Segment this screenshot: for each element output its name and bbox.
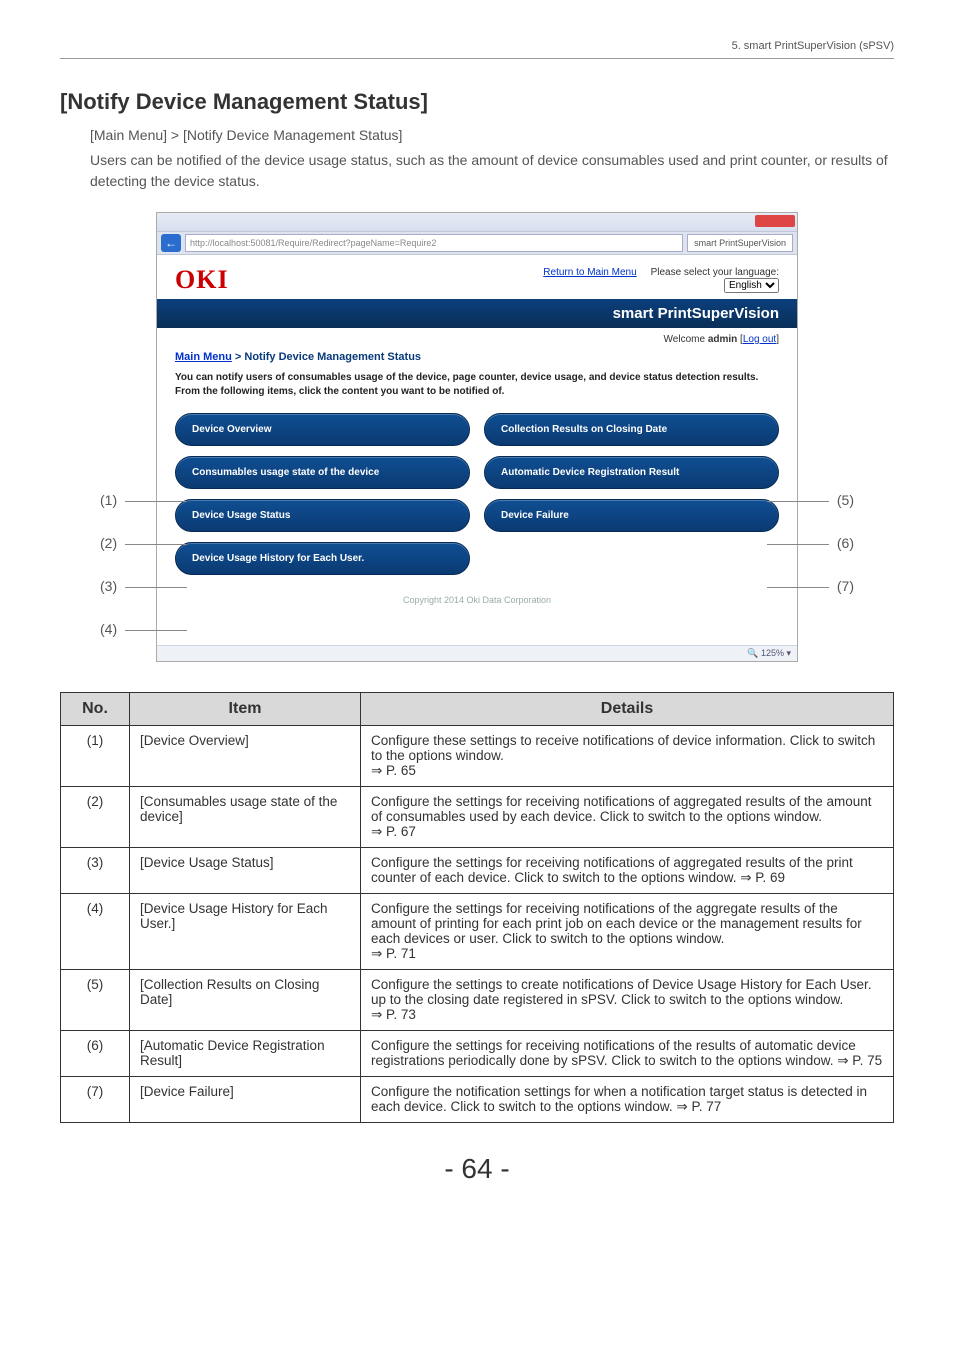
language-block: Return to Main Menu Please select your l… [543, 267, 779, 293]
table-row: (1) [Device Overview] Configure these se… [61, 726, 894, 787]
language-select[interactable]: English [724, 278, 779, 293]
callout-4: (4) [100, 621, 117, 637]
consumables-usage-button[interactable]: Consumables usage state of the device [175, 456, 470, 489]
auto-registration-button[interactable]: Automatic Device Registration Result [484, 456, 779, 489]
notice-text: You can notify users of consumables usag… [175, 371, 779, 399]
oki-logo: OKI [175, 265, 229, 295]
back-icon[interactable]: ← [161, 234, 181, 252]
language-label: Please select your language: [651, 267, 779, 278]
table-row: (2) [Consumables usage state of the devi… [61, 787, 894, 848]
spv-banner: smart PrintSuperVision [157, 299, 797, 328]
address-bar: ← http://localhost:50081/Require/Redirec… [157, 232, 797, 255]
url-field[interactable]: http://localhost:50081/Require/Redirect?… [185, 234, 683, 252]
logout-link[interactable]: Log out [743, 334, 776, 345]
page-title: [Notify Device Management Status] [60, 89, 894, 115]
usage-history-button[interactable]: Device Usage History for Each User. [175, 542, 470, 575]
return-main-menu-link[interactable]: Return to Main Menu [543, 267, 636, 278]
browser-window: ← http://localhost:50081/Require/Redirec… [156, 212, 798, 662]
table-row: (4) [Device Usage History for Each User.… [61, 894, 894, 970]
table-row: (7) [Device Failure] Configure the notif… [61, 1077, 894, 1123]
callout-2: (2) [100, 535, 117, 551]
chapter-header: 5. smart PrintSuperVision (sPSV) [60, 40, 894, 59]
screenshot-figure: (1) (2) (3) (4) (5) (6) (7) ← http://loc… [60, 212, 894, 662]
device-usage-status-button[interactable]: Device Usage Status [175, 499, 470, 532]
callout-5: (5) [837, 492, 854, 508]
callout-1: (1) [100, 492, 117, 508]
intro-paragraph: Users can be notified of the device usag… [90, 150, 894, 192]
col-item: Item [130, 693, 361, 726]
copyright-text: Copyright 2014 Oki Data Corporation [157, 585, 797, 645]
app-breadcrumb: Main Menu > Notify Device Management Sta… [157, 351, 797, 363]
details-table: No. Item Details (1) [Device Overview] C… [60, 692, 894, 1123]
col-details: Details [361, 693, 894, 726]
table-row: (5) [Collection Results on Closing Date]… [61, 970, 894, 1031]
browser-tab[interactable]: smart PrintSuperVision [687, 234, 793, 252]
zoom-indicator: 🔍 125% ▾ [157, 645, 797, 661]
device-overview-button[interactable]: Device Overview [175, 413, 470, 446]
page-number: - 64 - [60, 1153, 894, 1185]
collection-results-button[interactable]: Collection Results on Closing Date [484, 413, 779, 446]
window-close-icon [755, 215, 795, 227]
welcome-line: Welcome admin [Log out] [157, 328, 797, 351]
main-menu-link[interactable]: Main Menu [175, 351, 232, 363]
callout-7: (7) [837, 578, 854, 594]
breadcrumb-text: [Main Menu] > [Notify Device Management … [90, 125, 894, 146]
window-titlebar [157, 213, 797, 232]
col-no: No. [61, 693, 130, 726]
device-failure-button[interactable]: Device Failure [484, 499, 779, 532]
callout-3: (3) [100, 578, 117, 594]
table-row: (6) [Automatic Device Registration Resul… [61, 1031, 894, 1077]
callout-6: (6) [837, 535, 854, 551]
table-row: (3) [Device Usage Status] Configure the … [61, 848, 894, 894]
